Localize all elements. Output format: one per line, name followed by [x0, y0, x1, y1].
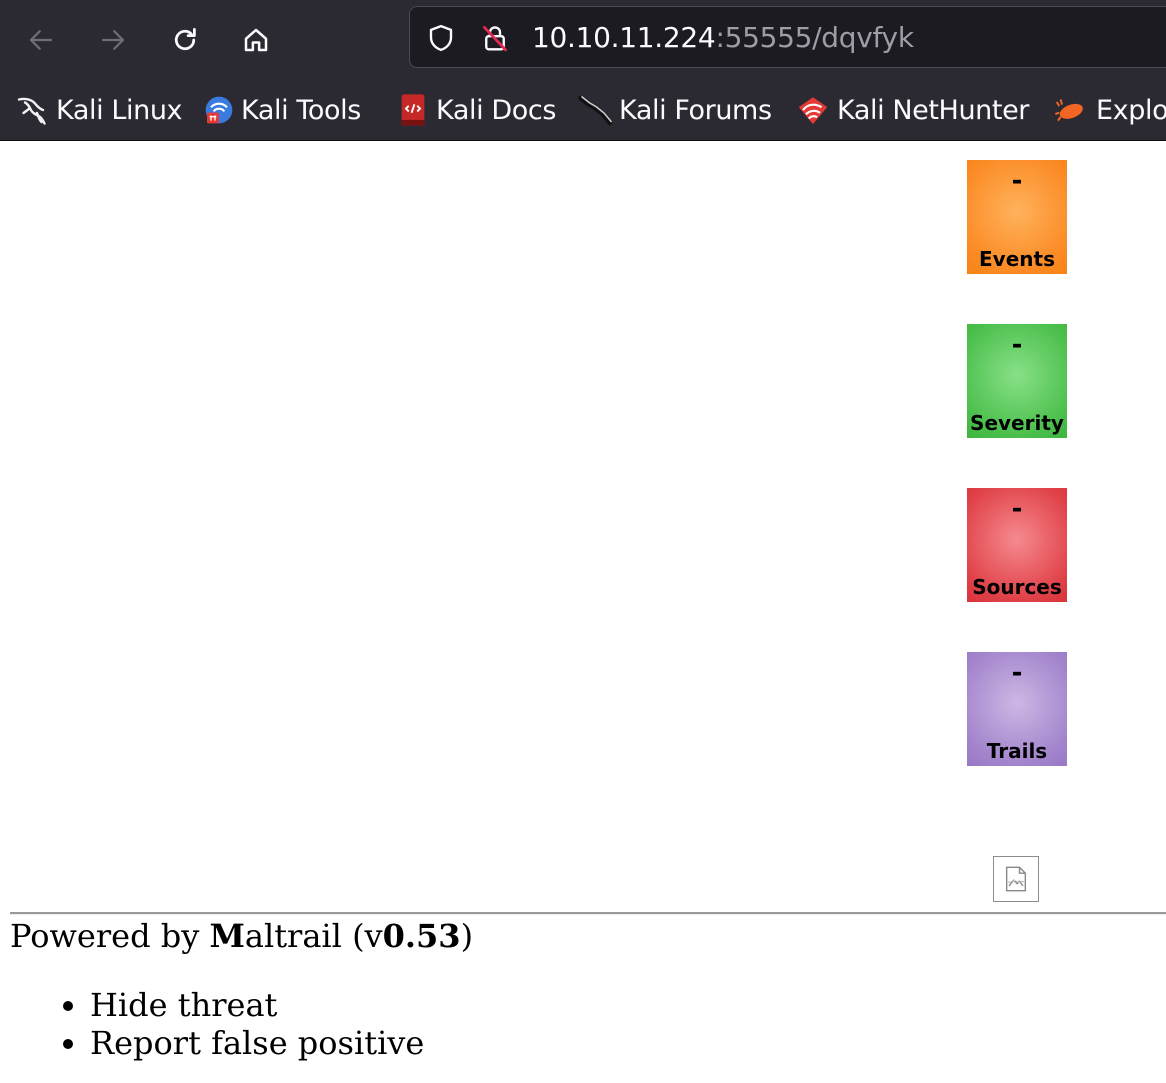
severity-counter[interactable]: - Severity: [967, 324, 1067, 438]
bookmark-kali-forums[interactable]: Kali Forums: [577, 92, 772, 128]
context-menu: Hide threat Report false positive: [58, 986, 424, 1062]
kali-nethunter-icon: [798, 97, 828, 125]
bookmark-kali-tools[interactable]: Kali Tools: [203, 92, 361, 128]
events-count: -: [1011, 166, 1023, 196]
trails-counter[interactable]: - Trails: [967, 652, 1067, 766]
events-label: Events: [979, 247, 1055, 271]
version-close: ): [460, 917, 474, 955]
back-button[interactable]: [19, 18, 63, 62]
exploit-db-icon: [1055, 99, 1083, 122]
events-counter[interactable]: - Events: [967, 160, 1067, 274]
footer-divider: [10, 912, 1166, 915]
bookmark-label: Explo: [1096, 94, 1166, 126]
trails-label: Trails: [986, 739, 1048, 763]
bookmarks-toolbar: Kali Linux Kali Tools Kali Docs Kali For…: [0, 80, 1166, 141]
kali-docs-icon: [401, 94, 425, 126]
url-text[interactable]: 10.10.11.224:55555/dqvfyk: [532, 21, 914, 54]
severity-label: Severity: [970, 411, 1064, 435]
version-number: 0.53: [382, 917, 461, 955]
arrow-right-icon: [101, 30, 125, 50]
image-placeholder-icon: [1005, 866, 1027, 892]
bookmark-kali-docs[interactable]: Kali Docs: [398, 92, 556, 128]
version-open: (v: [341, 917, 383, 955]
shield-icon[interactable]: [426, 23, 456, 53]
kali-forums-icon: [578, 95, 613, 126]
powered-by-footer: Powered by Maltrail (v0.53): [10, 916, 473, 956]
trails-count: -: [1011, 658, 1023, 688]
url-path: :55555/dqvfyk: [715, 21, 914, 54]
sources-counter[interactable]: - Sources: [967, 488, 1067, 602]
report-false-positive-item[interactable]: Report false positive: [90, 1024, 424, 1062]
home-button[interactable]: [234, 18, 278, 62]
insecure-lock-icon[interactable]: [480, 23, 510, 53]
bookmark-label: Kali Docs: [436, 94, 556, 126]
severity-count: -: [1011, 330, 1023, 360]
home-icon: [244, 28, 268, 52]
kali-tools-icon: [205, 96, 233, 124]
footer-prefix: Powered by: [10, 917, 210, 955]
reload-icon: [174, 28, 196, 51]
bookmark-label: Kali NetHunter: [837, 94, 1029, 126]
bookmark-label: Kali Linux: [56, 94, 183, 126]
bookmark-label: Kali Forums: [619, 94, 772, 126]
url-bar[interactable]: 10.10.11.224:55555/dqvfyk: [409, 6, 1166, 68]
reload-button[interactable]: [163, 18, 207, 62]
browser-toolbar: 10.10.11.224:55555/dqvfyk: [0, 0, 1166, 80]
kali-dragon-icon: [17, 97, 46, 125]
forward-button[interactable]: [91, 18, 135, 62]
url-host: 10.10.11.224: [532, 21, 716, 54]
broken-image-icon: [993, 856, 1039, 902]
brand-name: altrail: [244, 917, 342, 955]
bookmark-exploit-db[interactable]: Explo: [1054, 92, 1166, 128]
bookmark-kali-linux[interactable]: Kali Linux: [16, 92, 183, 128]
bookmark-kali-nethunter[interactable]: Kali NetHunter: [796, 92, 1029, 128]
sources-count: -: [1011, 494, 1023, 524]
hide-threat-item[interactable]: Hide threat: [90, 986, 424, 1024]
bookmark-label: Kali Tools: [241, 94, 361, 126]
sources-label: Sources: [972, 575, 1062, 599]
brand-initial: M: [209, 917, 245, 955]
arrow-left-icon: [29, 30, 53, 50]
